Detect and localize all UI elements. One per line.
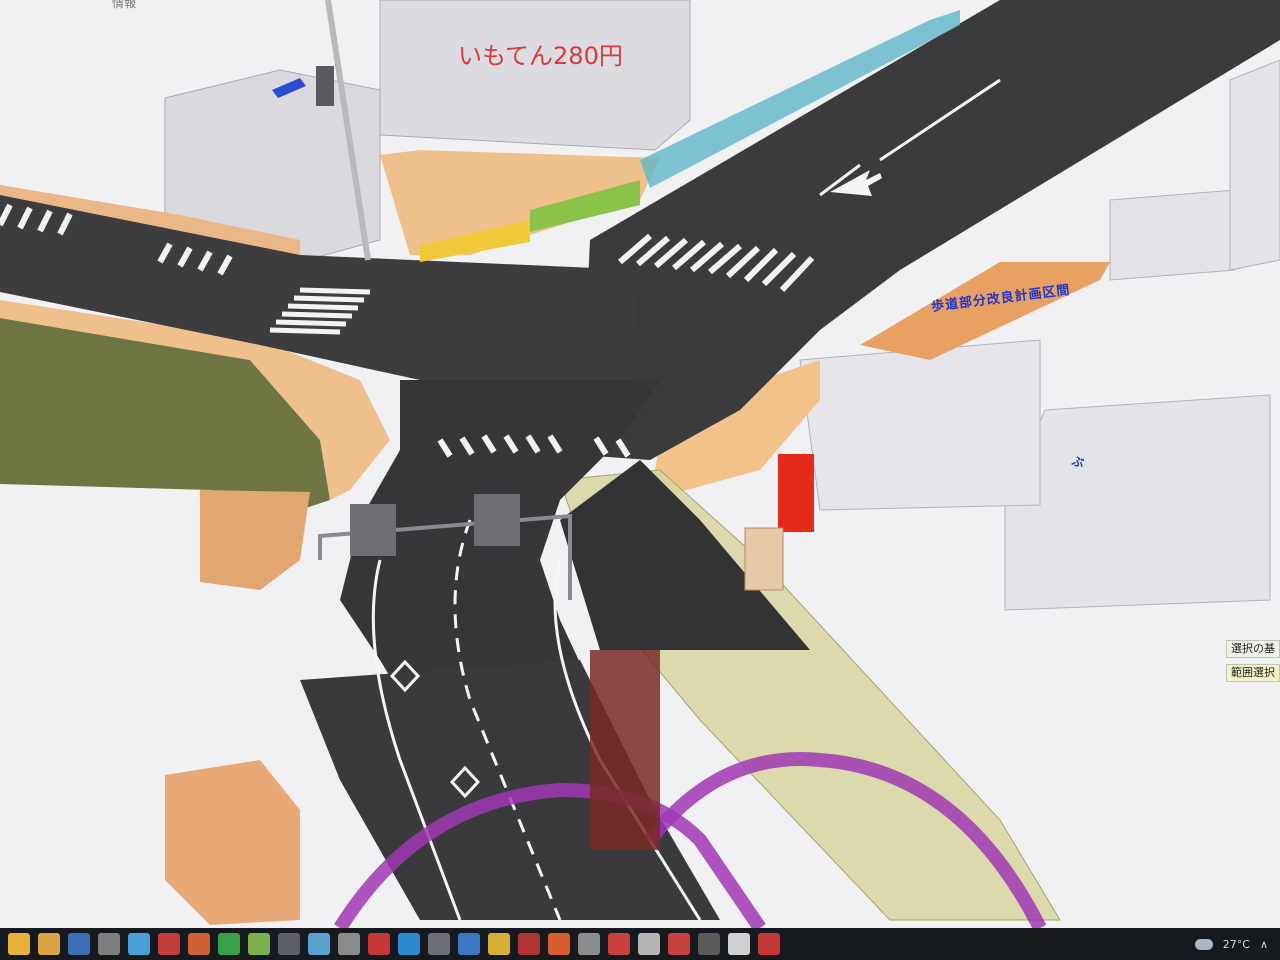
system-tray: 27°C ∧	[1194, 928, 1268, 960]
app-icon[interactable]	[248, 933, 270, 955]
app-icon[interactable]	[608, 933, 630, 955]
red-box-object	[778, 454, 814, 532]
app-icon[interactable]	[218, 933, 240, 955]
app-icon[interactable]	[458, 933, 480, 955]
taskbar-icons	[0, 933, 780, 955]
building-box	[1109, 189, 1236, 281]
top-left-label: 情報	[112, 0, 137, 10]
file-icon[interactable]	[68, 933, 90, 955]
app-icon[interactable]	[338, 933, 360, 955]
app-icon[interactable]	[638, 933, 660, 955]
dark-red-fence	[590, 650, 660, 850]
app-icon[interactable]	[368, 933, 390, 955]
road-sign-board	[474, 494, 520, 546]
road-intersection-3d-model[interactable]	[0, 0, 1280, 928]
cad-3d-viewport[interactable]: 情報 いもてん280円 歩道部分改良計画区間 ぶ 選択の基 範囲選択	[0, 0, 1280, 928]
traffic-signal	[316, 66, 334, 106]
app-icon[interactable]	[728, 933, 750, 955]
building-box	[1229, 59, 1280, 271]
app-icon[interactable]	[158, 933, 180, 955]
weather-temperature[interactable]: 27°C	[1223, 938, 1250, 951]
app-icon[interactable]	[398, 933, 420, 955]
building-box	[379, 0, 691, 151]
app-icon[interactable]	[278, 933, 300, 955]
app-icon[interactable]	[758, 933, 780, 955]
road-sign-board	[350, 504, 396, 556]
app-icon[interactable]	[188, 933, 210, 955]
weather-cloud-icon[interactable]	[1194, 938, 1213, 950]
app-icon[interactable]	[518, 933, 540, 955]
brown-box-object	[744, 527, 784, 591]
folder-icon[interactable]	[38, 933, 60, 955]
side-panel-range-select[interactable]: 範囲選択	[1226, 664, 1280, 682]
sidewalk	[165, 760, 300, 925]
building-box	[799, 339, 1041, 511]
app-icon[interactable]	[98, 933, 120, 955]
app-icon[interactable]	[128, 933, 150, 955]
side-panel-selection-basis[interactable]: 選択の基	[1226, 640, 1280, 658]
app-icon[interactable]	[488, 933, 510, 955]
app-icon[interactable]	[698, 933, 720, 955]
app-icon[interactable]	[548, 933, 570, 955]
tray-chevron-icon[interactable]: ∧	[1260, 938, 1268, 951]
chrome-icon[interactable]	[8, 933, 30, 955]
windows-taskbar: 27°C ∧	[0, 928, 1280, 960]
app-icon[interactable]	[308, 933, 330, 955]
app-icon[interactable]	[578, 933, 600, 955]
building-box	[1004, 394, 1271, 611]
shop-sign-text: いもてん280円	[458, 42, 623, 70]
app-icon[interactable]	[428, 933, 450, 955]
app-icon[interactable]	[668, 933, 690, 955]
